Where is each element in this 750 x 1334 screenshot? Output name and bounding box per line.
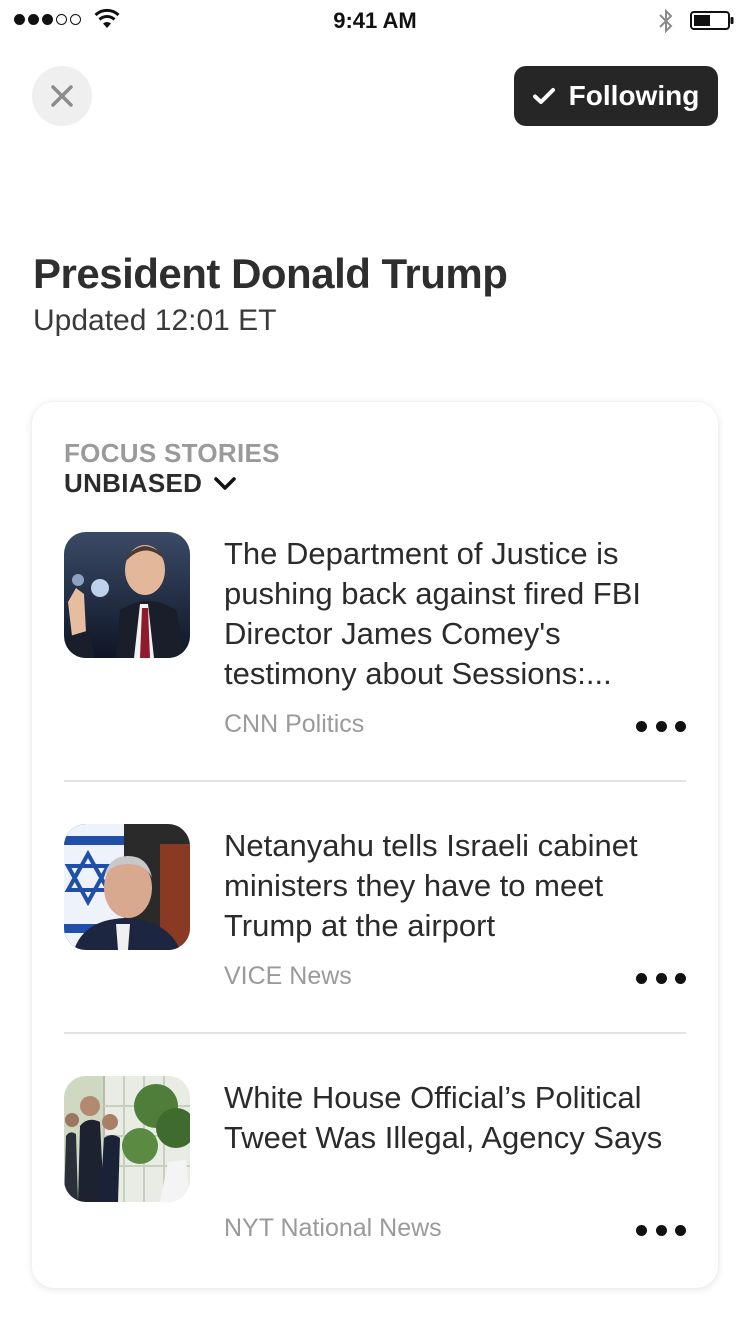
story-source: CNN Politics xyxy=(224,710,365,738)
story-source: NYT National News xyxy=(224,1214,442,1242)
more-options-button[interactable] xyxy=(636,718,686,734)
story-source: VICE News xyxy=(224,962,352,990)
checkmark-icon xyxy=(532,88,555,104)
story-thumbnail xyxy=(64,824,190,950)
battery-icon xyxy=(690,11,734,30)
bluetooth-icon xyxy=(659,8,673,34)
close-icon xyxy=(51,85,73,107)
bias-filter-dropdown[interactable]: UNBIASED xyxy=(64,468,236,499)
following-button[interactable]: Following xyxy=(514,66,718,126)
close-button[interactable] xyxy=(32,66,92,126)
more-dot-icon xyxy=(636,1224,647,1236)
section-label: FOCUS STORIES xyxy=(64,438,280,468)
status-bar: 9:41 AM xyxy=(0,0,750,40)
story-thumbnail xyxy=(64,532,190,658)
chevron-down-icon xyxy=(214,476,236,490)
story-headline[interactable]: The Department of Justice is pushing bac… xyxy=(224,534,686,694)
more-options-button[interactable] xyxy=(636,1222,686,1238)
more-dot-icon xyxy=(636,972,647,984)
story-item[interactable]: The Department of Justice is pushing bac… xyxy=(64,532,686,752)
updated-timestamp: Updated 12:01 ET xyxy=(33,304,277,337)
story-item[interactable]: White House Official’s Political Tweet W… xyxy=(64,1076,686,1296)
following-label: Following xyxy=(568,80,700,111)
divider xyxy=(64,1032,686,1034)
more-options-button[interactable] xyxy=(636,970,686,986)
more-dot-icon xyxy=(636,720,647,732)
focus-stories-card: FOCUS STORIES UNBIASED The Department of… xyxy=(32,402,718,1288)
story-item[interactable]: Netanyahu tells Israeli cabinet minister… xyxy=(64,824,686,1044)
status-time: 9:41 AM xyxy=(333,8,417,33)
story-headline[interactable]: Netanyahu tells Israeli cabinet minister… xyxy=(224,826,686,946)
topic-title: President Donald Trump xyxy=(33,250,508,297)
story-thumbnail xyxy=(64,1076,190,1202)
story-headline[interactable]: White House Official’s Political Tweet W… xyxy=(224,1078,686,1158)
filter-label: UNBIASED xyxy=(64,468,203,498)
divider xyxy=(64,780,686,782)
